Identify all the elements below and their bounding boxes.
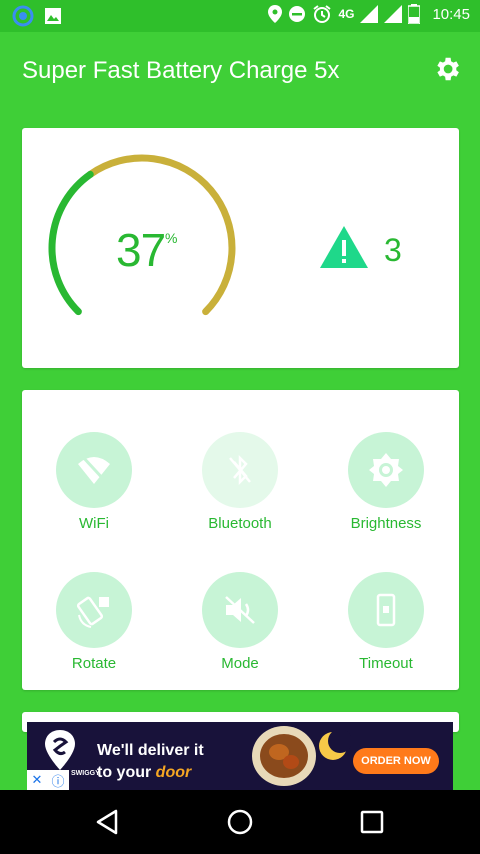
ad-line-2-prefix: to your [97,764,156,781]
ad-line-2: to your door [97,762,204,784]
quick-toggles-card: WiFi Bluetooth Brightness Rotate Mode Ti… [22,390,459,690]
recents-icon[interactable] [356,806,388,838]
tile-mode-button[interactable] [202,572,278,648]
signal-icon [384,5,403,23]
ad-order-button[interactable]: ORDER NOW [353,748,439,774]
tile-bluetooth-label: Bluetooth [208,515,272,532]
tile-mode-label: Mode [221,655,259,672]
tile-wifi-button[interactable] [56,432,132,508]
signal-icon [360,5,379,23]
status-bar: 4G 10:45 [0,0,480,32]
phone-timeout-icon [376,593,396,627]
warning-count[interactable]: 3 [384,232,402,269]
gauge-charged-arc [48,170,94,316]
battery-percent: 37 [116,224,166,276]
battery-icon [408,4,421,24]
tile-brightness[interactable]: Brightness [316,432,456,552]
nav-bar [0,790,480,854]
gear-icon[interactable] [432,54,462,84]
brightness-icon [369,453,403,487]
image-icon [45,8,61,24]
tile-timeout-label: Timeout [359,655,413,672]
app-bar: Super Fast Battery Charge 5x [0,32,480,110]
sync-icon [12,5,34,27]
moon-icon [319,729,351,760]
wifi-off-icon [78,454,110,484]
alarm-icon [313,5,332,23]
ad-controls[interactable]: ✕ ⓘ [27,770,69,790]
tile-rotate[interactable]: Rotate [24,572,164,692]
ad-close-icon[interactable]: ✕ [32,772,43,788]
network-type: 4G [338,7,355,21]
back-icon[interactable] [92,806,124,838]
food-plate-icon [252,726,316,786]
warning-icon[interactable] [318,224,370,270]
ad-line-1: We'll deliver it [97,742,204,759]
ad-headline: We'll deliver it to your door [97,740,204,784]
battery-status-card: 37 % 3 [22,128,459,368]
tile-wifi-label: WiFi [79,515,109,532]
ad-info-icon[interactable]: ⓘ [51,771,64,790]
tile-rotate-label: Rotate [71,655,117,672]
tile-timeout[interactable]: Timeout [316,572,456,692]
home-icon[interactable] [224,806,256,838]
app-title: Super Fast Battery Charge 5x [22,57,340,84]
ad-brand: SWIGGY [71,770,100,777]
tile-bluetooth-button[interactable] [202,432,278,508]
tile-mode[interactable]: Mode [170,572,310,692]
percent-sign: % [165,230,178,246]
dnd-icon [289,6,306,22]
tile-timeout-button[interactable] [348,572,424,648]
tile-wifi[interactable]: WiFi [24,432,164,552]
ad-banner[interactable]: SWIGGY We'll deliver it to your door ORD… [27,722,453,790]
tile-brightness-label: Brightness [350,515,422,532]
ad-line-2-emph: door [155,764,192,781]
bluetooth-off-icon [229,454,251,486]
clock: 10:45 [432,5,470,23]
location-icon [268,5,283,23]
tile-bluetooth[interactable]: Bluetooth [170,432,310,552]
rotate-icon [76,596,109,628]
swiggy-logo-icon [45,730,75,770]
tile-rotate-button[interactable] [56,572,132,648]
tile-brightness-button[interactable] [348,432,424,508]
volume-off-icon [225,596,255,624]
